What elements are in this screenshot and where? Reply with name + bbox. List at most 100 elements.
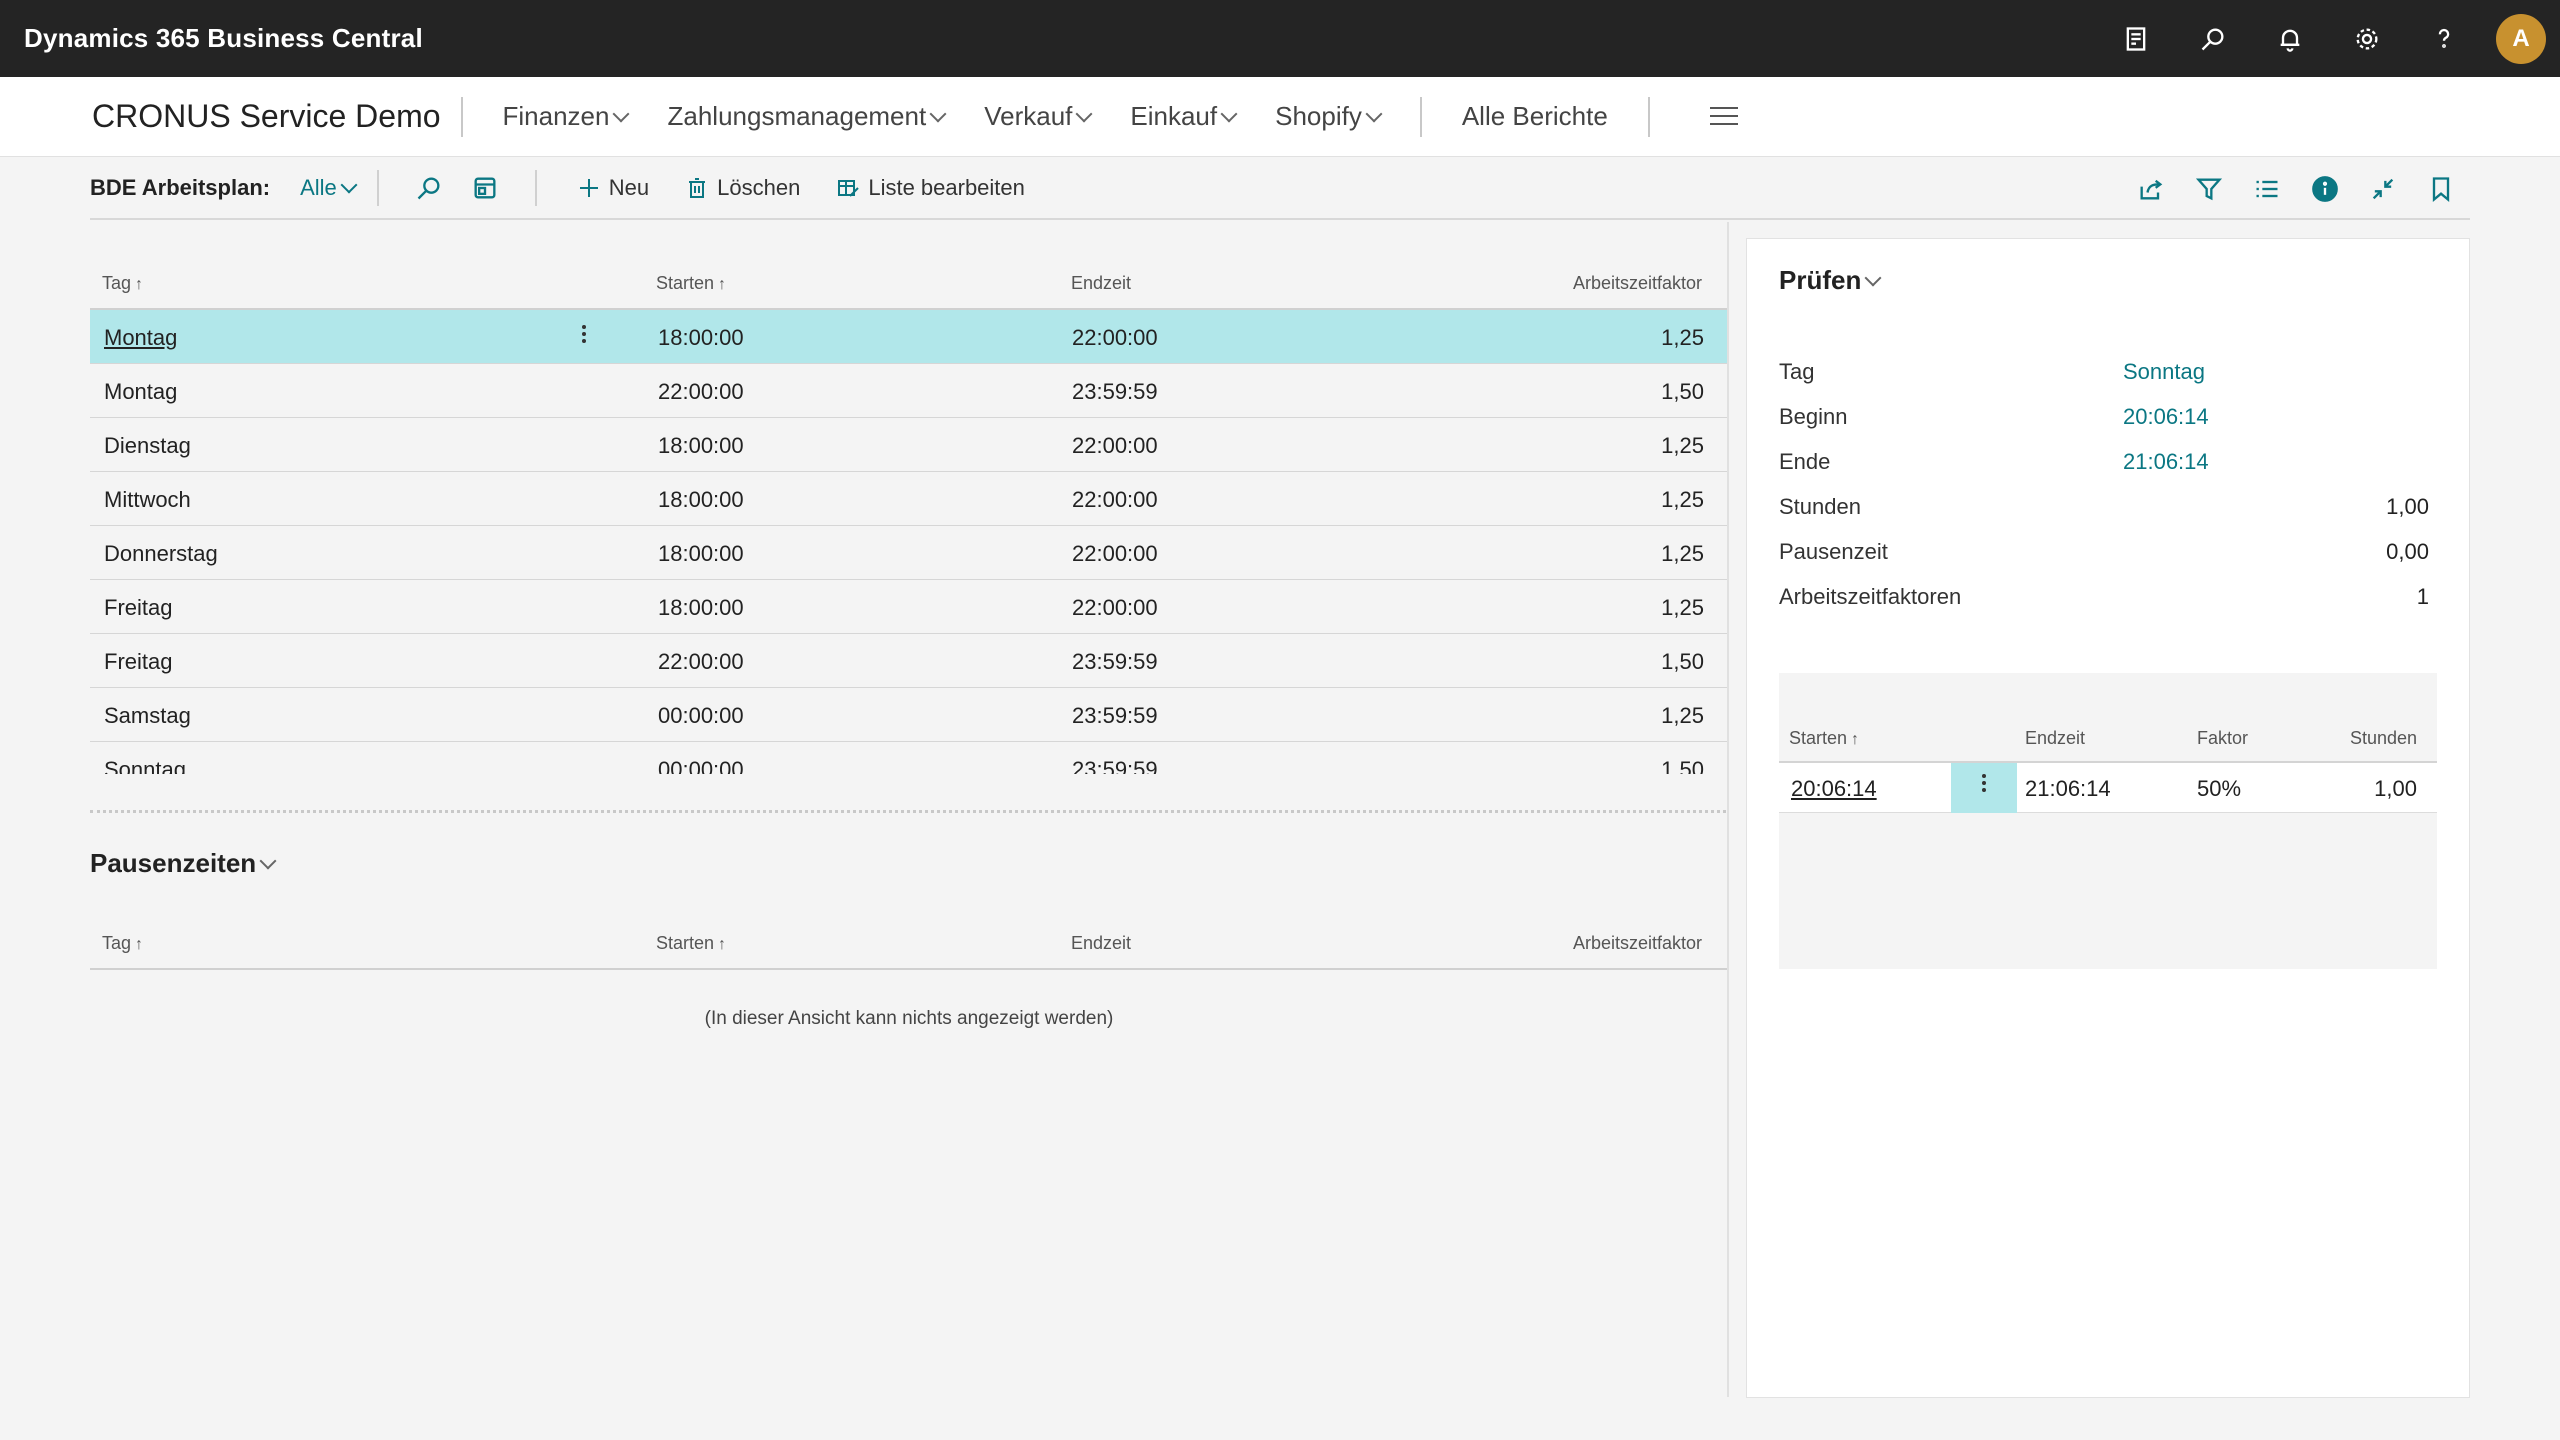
- list-view-icon[interactable]: [2247, 169, 2287, 209]
- info-icon[interactable]: [2305, 169, 2345, 209]
- column-header-end[interactable]: Endzeit: [1071, 933, 1131, 954]
- cell-start: 18:00:00: [658, 595, 744, 620]
- nav-item-label: Verkauf: [984, 101, 1073, 131]
- cell-tag: Freitag: [104, 595, 173, 620]
- table-row[interactable]: Samstag 00:00:00 23:59:59 1,25: [90, 688, 1728, 742]
- field-value-link[interactable]: 21:06:14: [2123, 449, 2209, 475]
- bell-icon[interactable]: [2251, 0, 2328, 77]
- field-value-link[interactable]: Sonntag: [2123, 359, 2205, 385]
- cell-start[interactable]: 20:06:14: [1791, 776, 1877, 802]
- cell-factor: 1,25: [1661, 433, 1704, 458]
- column-header-hours[interactable]: Stunden: [2350, 728, 2417, 749]
- pane-divider[interactable]: [1727, 222, 1729, 1397]
- subgrid-header: Starten ↑ Endzeit Faktor Stunden: [1779, 673, 2437, 763]
- column-header-tag[interactable]: Tag ↑: [102, 933, 143, 954]
- column-header-factor[interactable]: Faktor: [2197, 728, 2248, 749]
- sort-ascending-icon: ↑: [135, 936, 144, 953]
- help-icon[interactable]: [2405, 0, 2482, 77]
- column-header-start[interactable]: Starten ↑: [1789, 728, 1859, 749]
- action-bar: BDE Arbeitsplan: Alle Neu Löschen Liste …: [90, 158, 2470, 220]
- column-header-factor[interactable]: Arbeitszeitfaktor: [1573, 933, 1702, 954]
- hamburger-menu-icon[interactable]: [1709, 106, 1738, 127]
- table-row[interactable]: Montag 18:00:00 22:00:00 1,25: [90, 310, 1728, 364]
- field-beginn: Beginn 20:06:14: [1779, 404, 2429, 444]
- table-row[interactable]: Montag 22:00:00 23:59:59 1,50: [90, 364, 1728, 418]
- sort-ascending-icon: ↑: [1851, 731, 1860, 748]
- table-row[interactable]: Donnerstag 18:00:00 22:00:00 1,25: [90, 526, 1728, 580]
- cell-start: 18:00:00: [658, 433, 744, 458]
- cell-start: 18:00:00: [658, 325, 744, 350]
- view-filter-dropdown[interactable]: Alle: [300, 175, 358, 201]
- column-header-label: Starten: [1789, 728, 1848, 748]
- field-value-link[interactable]: 20:06:14: [2123, 404, 2209, 430]
- cell-end: 22:00:00: [1072, 325, 1158, 350]
- column-header-label: Starten: [656, 933, 715, 953]
- column-header-factor[interactable]: Arbeitszeitfaktor: [1573, 273, 1702, 294]
- cell-start: 22:00:00: [658, 649, 744, 674]
- nav-separator: [460, 96, 463, 137]
- chevron-down-icon: [259, 852, 277, 869]
- cell-tag: Samstag: [104, 703, 191, 728]
- cell-factor: 1,25: [1661, 487, 1704, 512]
- filter-icon[interactable]: [2189, 169, 2229, 209]
- sort-ascending-icon: ↑: [135, 276, 144, 293]
- field-label: Ende: [1779, 449, 1831, 474]
- edit-list-button-label: Liste bearbeiten: [868, 175, 1025, 200]
- table-row[interactable]: Sonntag 00:00:00 23:59:59 1,50: [90, 742, 1728, 774]
- cell-tag[interactable]: Montag: [104, 325, 177, 351]
- nav-item-label: Zahlungsmanagement: [667, 101, 927, 131]
- work-schedule-grid: Tag ↑ Starten ↑ Endzeit Arbeitszeitfaktor …: [90, 250, 1728, 774]
- cell-start: 18:00:00: [658, 541, 744, 566]
- cell-factor: 1,25: [1661, 703, 1704, 728]
- table-row[interactable]: Freitag 22:00:00 23:59:59 1,50: [90, 634, 1728, 688]
- nav-item-label: Shopify: [1275, 101, 1362, 131]
- app-title[interactable]: Dynamics 365 Business Central: [24, 23, 423, 54]
- layout-icon[interactable]: [465, 168, 505, 208]
- table-row[interactable]: Mittwoch 18:00:00 22:00:00 1,25: [90, 472, 1728, 526]
- column-header-tag[interactable]: Tag ↑: [102, 273, 143, 294]
- cell-end: 21:06:14: [2025, 776, 2111, 801]
- chevron-down-icon: [1365, 105, 1383, 122]
- nav-item-zahlungsmanagement[interactable]: Zahlungsmanagement: [667, 101, 947, 132]
- cell-tag: Mittwoch: [104, 487, 191, 512]
- table-row[interactable]: Freitag 18:00:00 22:00:00 1,25: [90, 580, 1728, 634]
- field-label: Tag: [1779, 359, 1815, 384]
- cell-factor: 1,25: [1661, 325, 1704, 350]
- bookmark-icon[interactable]: [2421, 169, 2461, 209]
- column-header-start[interactable]: Starten ↑: [656, 933, 726, 954]
- row-actions-icon[interactable]: [574, 322, 594, 352]
- nav-item-finanzen[interactable]: Finanzen: [503, 101, 630, 132]
- nav-item-all-reports[interactable]: Alle Berichte: [1462, 101, 1608, 132]
- view-filter-label: Alle: [300, 175, 337, 200]
- section-title-breaks[interactable]: Pausenzeiten: [90, 848, 277, 879]
- chevron-down-icon: [1864, 269, 1882, 286]
- column-header-end[interactable]: Endzeit: [2025, 728, 2085, 749]
- nav-item-shopify[interactable]: Shopify: [1275, 101, 1383, 132]
- field-value: 1,00: [2386, 494, 2429, 519]
- column-header-end[interactable]: Endzeit: [1071, 273, 1131, 294]
- delete-button[interactable]: Löschen: [685, 175, 800, 201]
- nav-item-verkauf[interactable]: Verkauf: [984, 101, 1093, 132]
- sort-ascending-icon: ↑: [718, 276, 727, 293]
- field-label: Arbeitszeitfaktoren: [1779, 584, 1962, 609]
- company-name[interactable]: CRONUS Service Demo: [92, 98, 441, 135]
- new-button[interactable]: Neu: [577, 175, 649, 201]
- row-actions-icon[interactable]: [1951, 763, 2017, 813]
- chevron-down-icon: [612, 105, 630, 122]
- factbox-title[interactable]: Prüfen: [1779, 265, 1882, 296]
- report-icon[interactable]: [2097, 0, 2174, 77]
- edit-list-button[interactable]: Liste bearbeiten: [836, 175, 1025, 201]
- cell-factor: 1,50: [1661, 649, 1704, 674]
- table-row[interactable]: 20:06:14 21:06:14 50% 1,00: [1779, 763, 2437, 813]
- search-icon[interactable]: [409, 168, 449, 208]
- column-header-start[interactable]: Starten ↑: [656, 273, 726, 294]
- collapse-icon[interactable]: [2363, 169, 2403, 209]
- grid-header: Tag ↑ Starten ↑ Endzeit Arbeitszeitfaktor: [90, 910, 1728, 970]
- gear-icon[interactable]: [2328, 0, 2405, 77]
- field-tag: Tag Sonntag: [1779, 359, 2429, 399]
- search-icon[interactable]: [2174, 0, 2251, 77]
- table-row[interactable]: Dienstag 18:00:00 22:00:00 1,25: [90, 418, 1728, 472]
- nav-item-einkauf[interactable]: Einkauf: [1130, 101, 1238, 132]
- avatar[interactable]: A: [2496, 13, 2546, 64]
- share-icon[interactable]: [2131, 169, 2171, 209]
